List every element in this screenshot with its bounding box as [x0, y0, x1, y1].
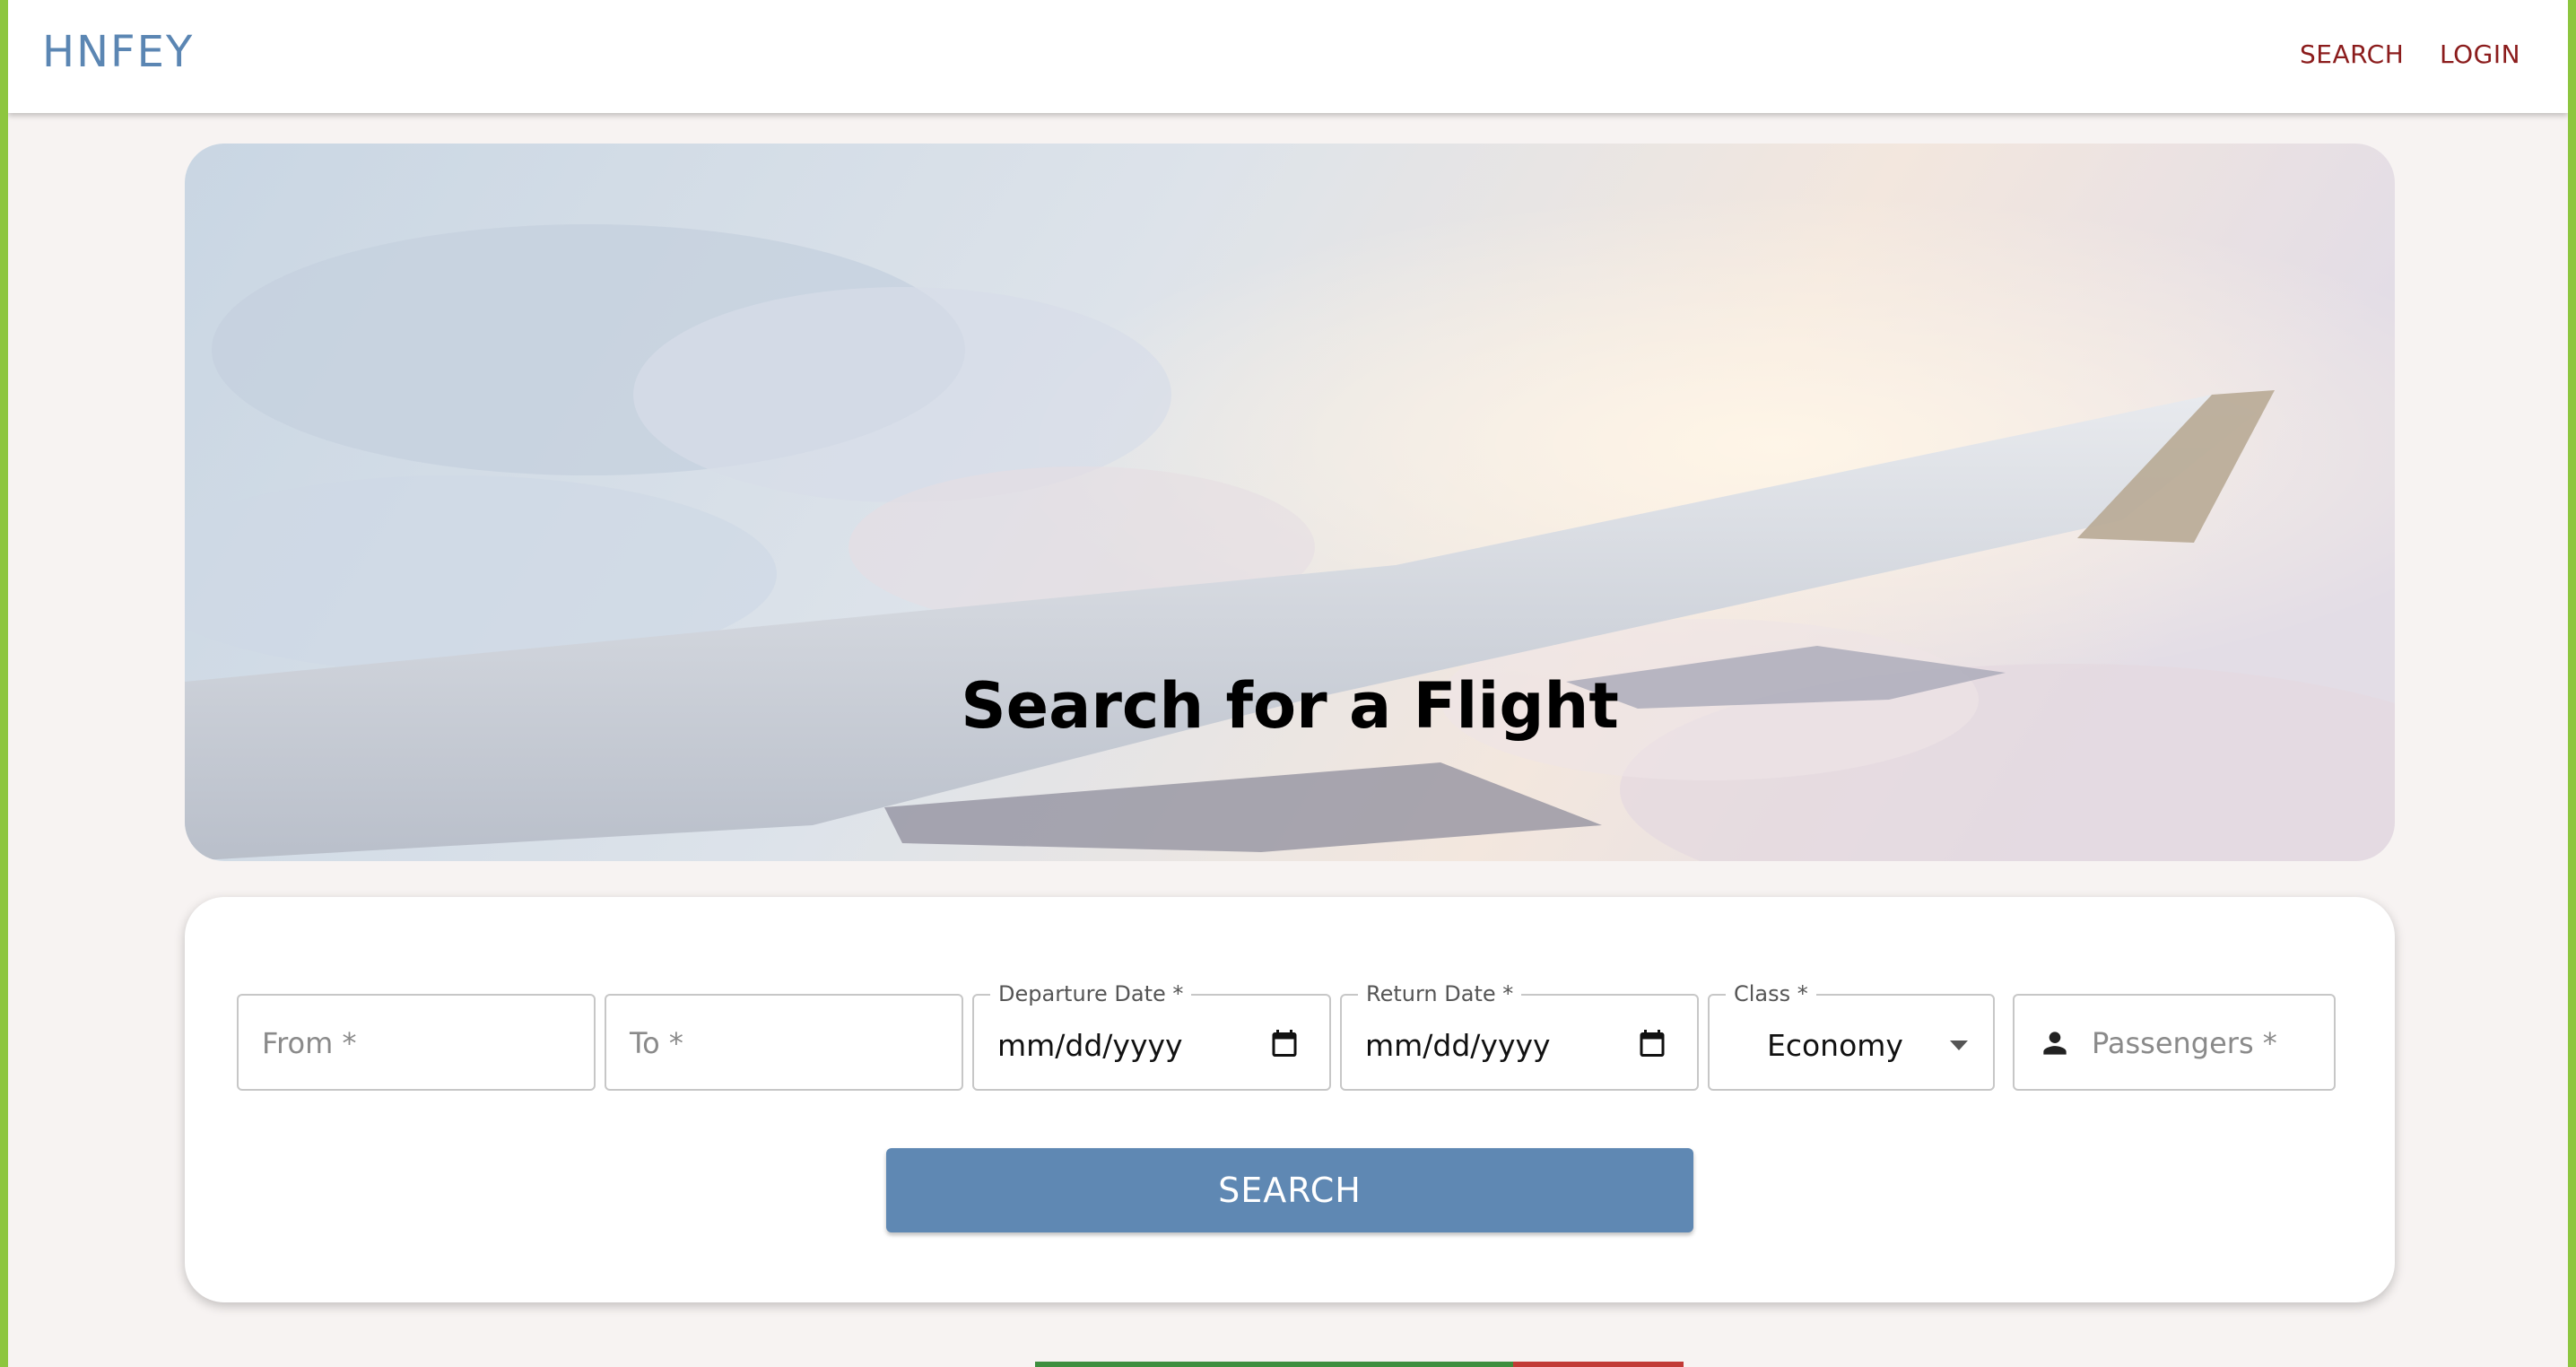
passengers-placeholder: Passengers *	[2092, 1026, 2277, 1060]
nav-login-link[interactable]: LOGIN	[2440, 39, 2520, 69]
right-border-stripe	[2568, 0, 2576, 1367]
search-form-card: From * To * Departure Date * mm/dd/yyyy …	[185, 897, 2395, 1302]
hero-banner: Search for a Flight	[185, 144, 2395, 861]
class-selected-value: Economy	[1767, 1028, 1903, 1063]
return-date-field[interactable]: Return Date * mm/dd/yyyy	[1340, 981, 1699, 1091]
calendar-icon[interactable]	[1636, 1026, 1668, 1060]
person-icon	[2043, 1032, 2067, 1055]
return-date-value: mm/dd/yyyy	[1365, 1028, 1551, 1063]
calendar-icon[interactable]	[1268, 1026, 1301, 1060]
dropdown-arrow-icon[interactable]	[1950, 1040, 1968, 1050]
class-label: Class *	[1726, 981, 1816, 1006]
departure-date-field[interactable]: Departure Date * mm/dd/yyyy	[972, 981, 1331, 1091]
brand-logo[interactable]: HNFEY	[42, 27, 194, 77]
hero-title: Search for a Flight	[961, 669, 1619, 743]
to-field[interactable]: To *	[605, 994, 963, 1091]
left-border-stripe	[0, 0, 8, 1367]
class-select[interactable]: Class * Economy	[1708, 981, 1995, 1091]
bottom-color-bar-red	[1513, 1362, 1684, 1367]
departure-date-value: mm/dd/yyyy	[997, 1028, 1183, 1063]
passengers-field[interactable]: Passengers *	[2013, 994, 2336, 1091]
hero-background-image	[185, 144, 2395, 861]
top-navbar: HNFEY SEARCH LOGIN	[8, 0, 2568, 113]
to-placeholder: To *	[630, 1026, 683, 1060]
search-button[interactable]: SEARCH	[886, 1148, 1693, 1232]
bottom-color-bar-green	[1035, 1362, 1513, 1367]
nav-search-link[interactable]: SEARCH	[2300, 39, 2404, 69]
from-placeholder: From *	[262, 1026, 357, 1060]
departure-date-label: Departure Date *	[990, 981, 1192, 1006]
return-date-label: Return Date *	[1358, 981, 1522, 1006]
from-field[interactable]: From *	[237, 994, 596, 1091]
